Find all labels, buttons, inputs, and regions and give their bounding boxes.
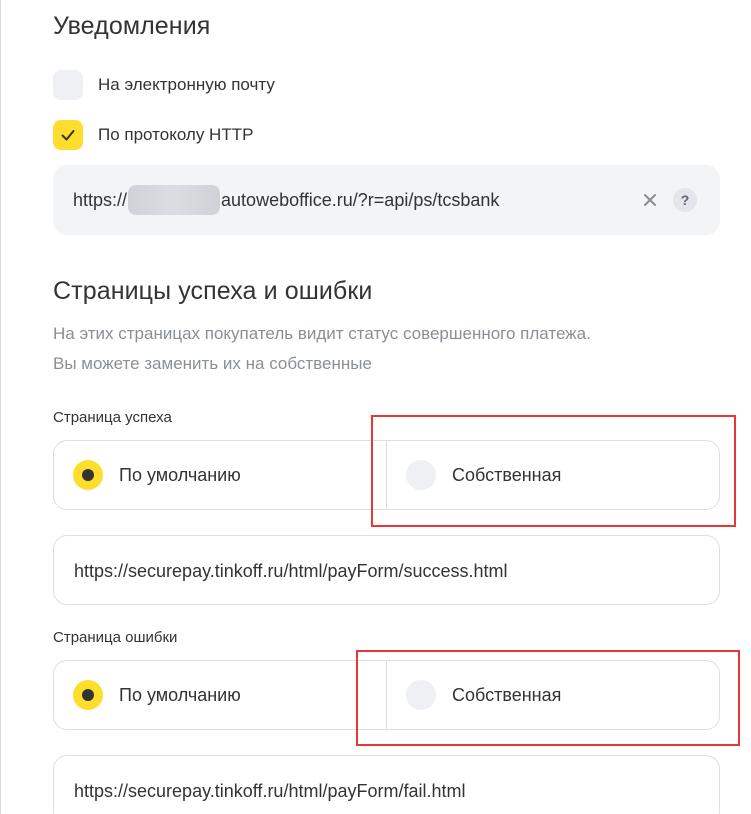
segment-divider: [386, 661, 387, 729]
success-url-input[interactable]: https://securepay.tinkoff.ru/html/payFor…: [53, 535, 720, 605]
error-url-input[interactable]: https://securepay.tinkoff.ru/html/payFor…: [53, 755, 720, 814]
url-suffix: autoweboffice.ru/?r=api/ps/tcsbank: [221, 189, 500, 210]
notification-url-value: https:// autoweboffice.ru/?r=api/ps/tcsb…: [73, 165, 499, 235]
email-notification-option[interactable]: На электронную почту: [53, 70, 275, 100]
url-prefix: https://: [73, 189, 128, 210]
pages-description-line1: На этих страницах покупатель видит стату…: [53, 324, 591, 343]
success-url-value: https://securepay.tinkoff.ru/html/payFor…: [74, 560, 508, 581]
checkmark-icon: [61, 130, 75, 141]
error-page-selector: По умолчанию Собственная: [53, 660, 720, 730]
left-border: [0, 0, 1, 814]
http-checkbox-label: По протоколу HTTP: [98, 125, 254, 144]
segment-divider: [386, 441, 387, 509]
http-checkbox[interactable]: [53, 120, 83, 150]
success-page-selector: По умолчанию Собственная: [53, 440, 720, 510]
success-custom-label: Собственная: [452, 464, 562, 485]
redacted-domain: [128, 185, 221, 215]
error-custom-radio[interactable]: [406, 680, 436, 710]
error-page-label: Страница ошибки: [53, 629, 178, 646]
success-custom-radio[interactable]: [406, 460, 436, 490]
error-option-default[interactable]: По умолчанию: [73, 661, 241, 729]
success-page-label: Страница успеха: [53, 409, 172, 426]
email-checkbox-label: На электронную почту: [98, 75, 275, 94]
success-option-default[interactable]: По умолчанию: [73, 441, 241, 509]
email-checkbox[interactable]: [53, 70, 83, 100]
success-default-label: По умолчанию: [119, 464, 241, 485]
error-default-radio[interactable]: [73, 680, 103, 710]
close-icon[interactable]: [639, 189, 661, 211]
notification-url-input[interactable]: https:// autoweboffice.ru/?r=api/ps/tcsb…: [53, 165, 720, 235]
pages-description-line2: Вы можете заменить их на собственные: [53, 354, 372, 373]
success-default-radio[interactable]: [73, 460, 103, 490]
error-url-value: https://securepay.tinkoff.ru/html/payFor…: [74, 780, 466, 801]
http-notification-option[interactable]: По протоколу HTTP: [53, 120, 253, 150]
error-custom-label: Собственная: [452, 684, 562, 705]
success-option-custom[interactable]: Собственная: [406, 441, 561, 509]
notifications-title: Уведомления: [53, 12, 211, 40]
help-icon[interactable]: ?: [673, 188, 697, 212]
error-option-custom[interactable]: Собственная: [406, 661, 561, 729]
pages-section-title: Страницы успеха и ошибки: [53, 277, 373, 305]
error-default-label: По умолчанию: [119, 684, 241, 705]
